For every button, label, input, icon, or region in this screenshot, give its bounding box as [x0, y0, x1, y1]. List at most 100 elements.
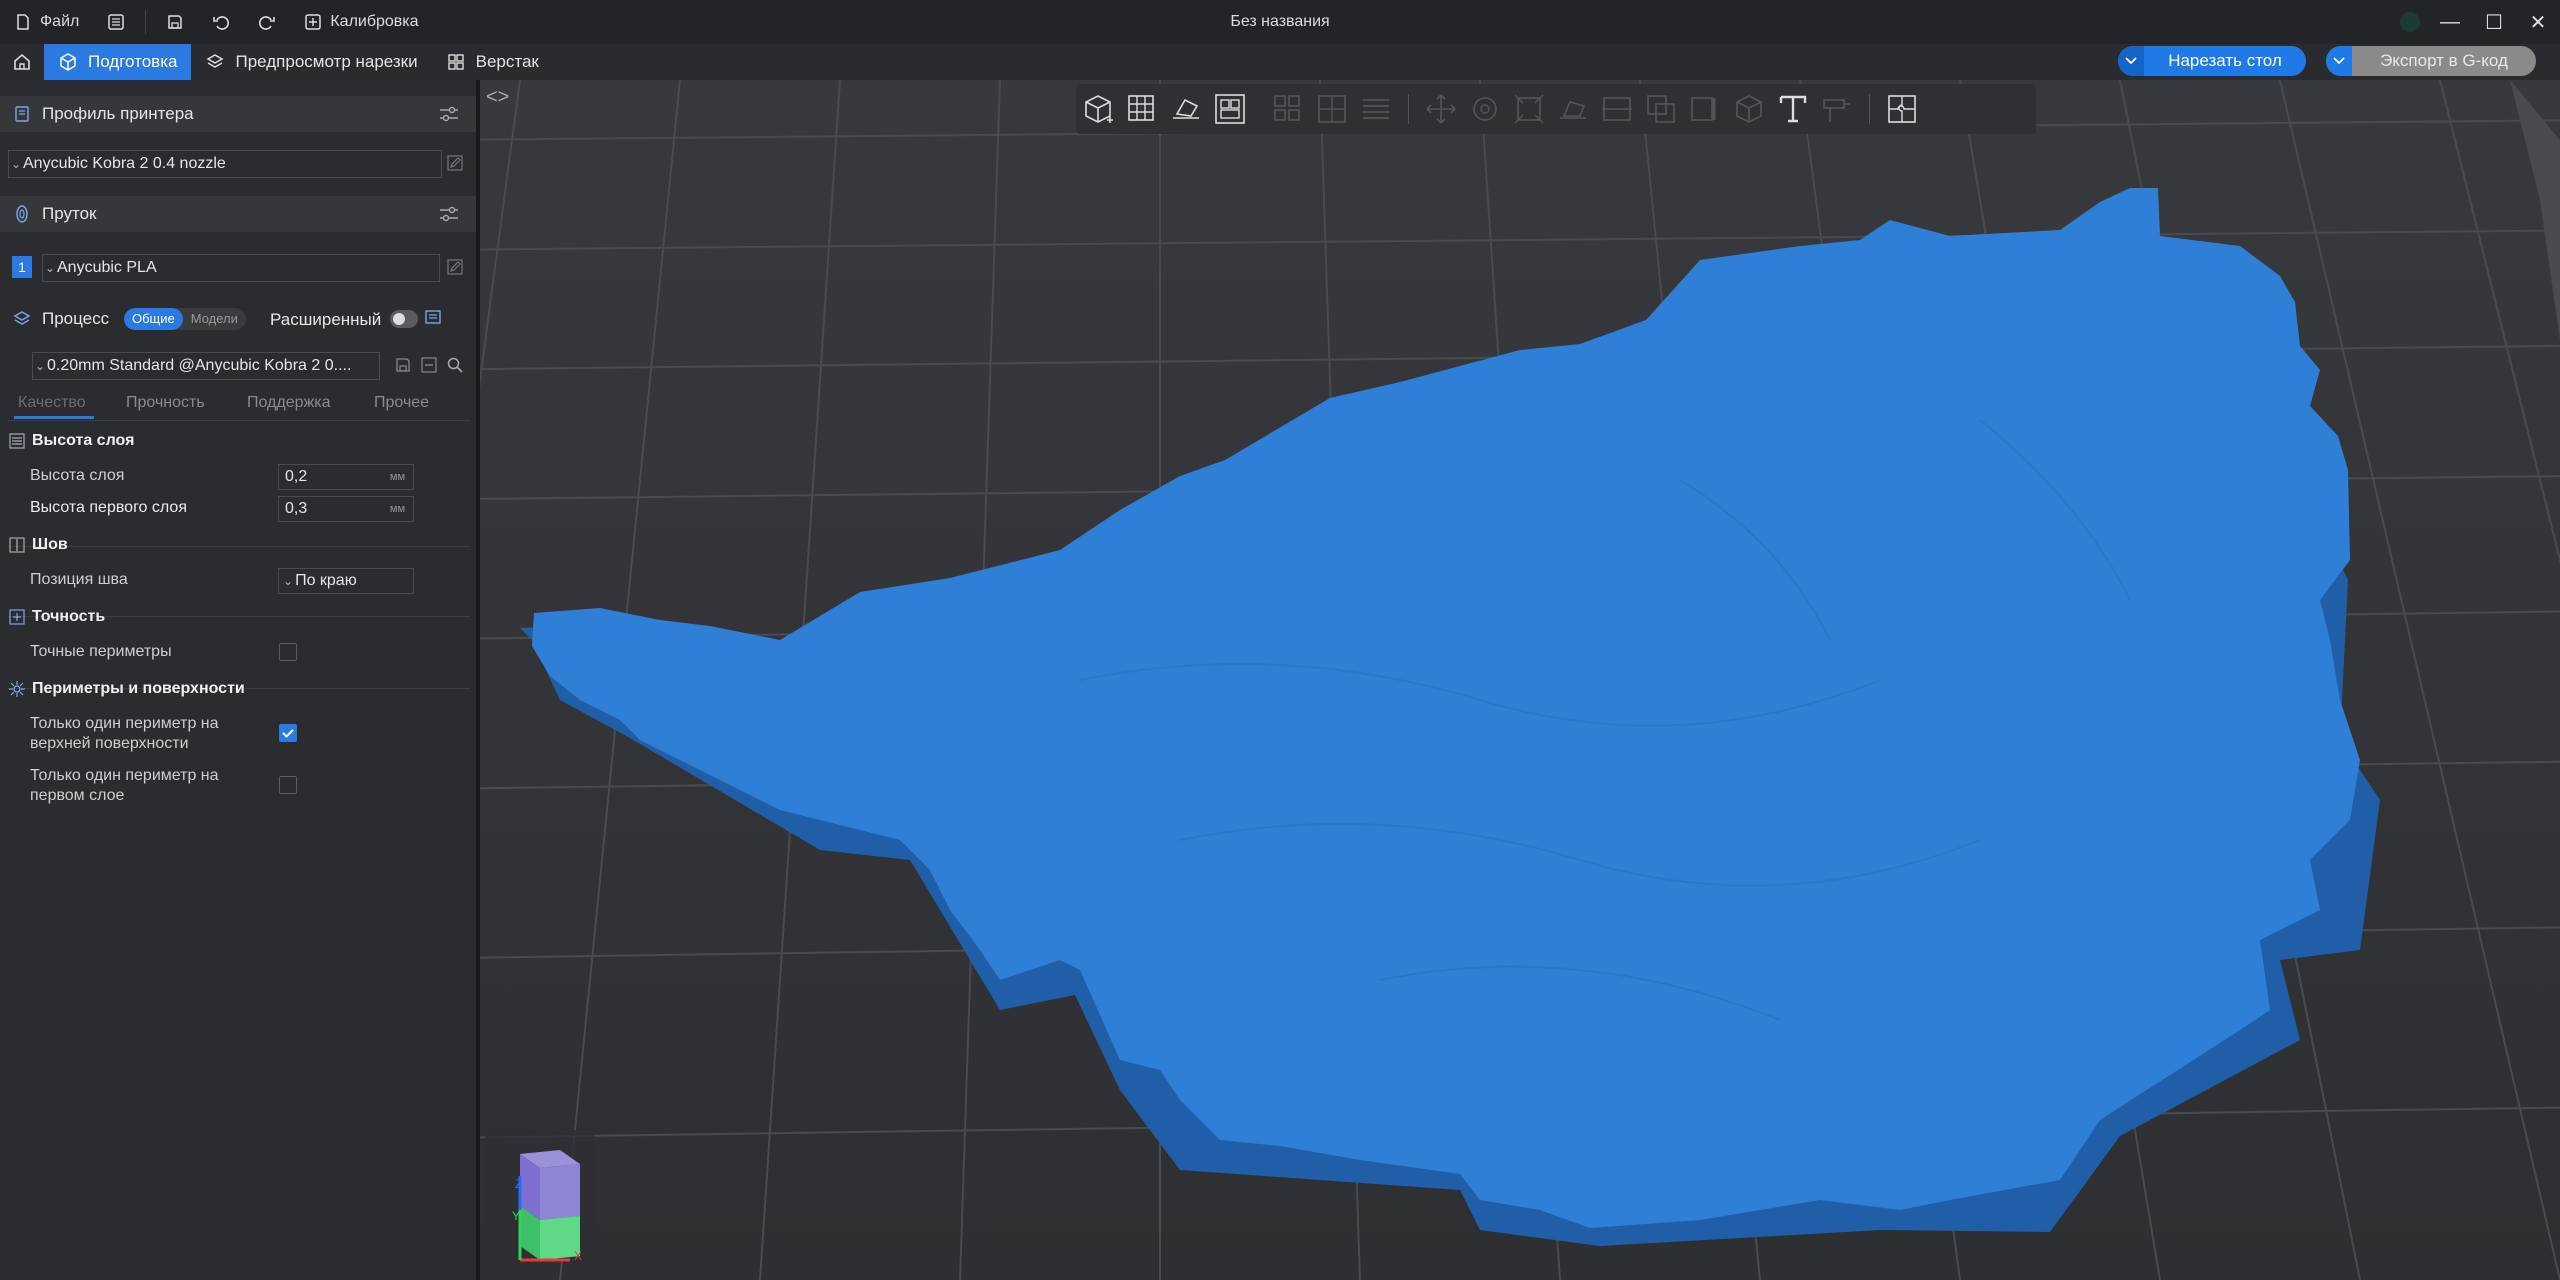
precision-group-label: Точность [32, 608, 106, 625]
support-paint-icon [1691, 97, 1716, 121]
calibration-menu[interactable]: Калибровка [290, 0, 432, 44]
measure-tool[interactable] [1815, 87, 1859, 131]
advanced-label: Расширенный [270, 310, 382, 329]
close-icon[interactable]: ✕ [2516, 0, 2560, 44]
seam-position-value: По краю [295, 572, 357, 589]
save-preset-icon[interactable] [394, 356, 412, 374]
seam-paint-tool[interactable] [1727, 87, 1771, 131]
cube-icon [60, 53, 76, 71]
reset-icon[interactable] [420, 356, 438, 374]
active-subtab-indicator [14, 416, 94, 419]
avatar[interactable] [2400, 12, 2420, 32]
printer-select-value: Anycubic Kobra 2 0.4 nozzle [23, 155, 226, 172]
chevron-down-icon: ⌄ [10, 157, 22, 171]
window-controls: — ☐ ✕ [2428, 0, 2560, 44]
process-mode-objects[interactable]: Модели [183, 308, 246, 330]
collapse-sidebar-button[interactable]: <> [486, 86, 509, 109]
process-mode-switch[interactable]: Общие Модели [124, 308, 246, 330]
undo-button[interactable] [198, 0, 244, 44]
layers-icon [13, 311, 31, 325]
layer-height-value: 0,2 [285, 468, 308, 485]
lay-on-face-tool[interactable] [1551, 87, 1595, 131]
first-layer-height-input[interactable]: 0,3 мм [278, 496, 414, 522]
file-menu[interactable]: Файл [0, 0, 93, 44]
arrange-tool[interactable] [1208, 87, 1252, 131]
slice-plate-button[interactable]: Нарезать стол [2118, 46, 2306, 76]
precise-wall-label: Точные периметры [30, 643, 172, 660]
filament-slot-badge[interactable]: 1 [12, 256, 32, 278]
edit-icon[interactable] [446, 154, 464, 172]
scale-tool[interactable] [1507, 87, 1551, 131]
chevron-down-icon[interactable] [2118, 46, 2144, 76]
filament-select[interactable]: ⌄ Anycubic PLA [42, 254, 440, 282]
tab-workbench[interactable]: Верстак [432, 44, 553, 80]
compare-icon[interactable] [424, 308, 446, 330]
add-plate-tool[interactable] [1120, 87, 1164, 131]
tab-preview[interactable]: Предпросмотр нарезки [191, 44, 431, 80]
split-objects-tool[interactable] [1266, 87, 1310, 131]
title-bar: Файл Калибровка Без названия — ☐ ✕ [0, 0, 2560, 44]
search-icon[interactable] [446, 356, 464, 374]
orient-tool[interactable] [1164, 87, 1208, 131]
printer-icon [15, 106, 29, 122]
tab-strength[interactable]: Прочность [126, 394, 205, 412]
seam-group-label: Шов [32, 536, 68, 553]
split-parts-tool[interactable] [1310, 87, 1354, 131]
calibration-label: Калибровка [330, 13, 419, 30]
boolean-tool[interactable] [1639, 87, 1683, 131]
rotate-tool[interactable] [1463, 87, 1507, 131]
layer-height-input[interactable]: 0,2 мм [278, 464, 414, 490]
calibration-icon [305, 14, 322, 30]
divider [8, 546, 470, 547]
process-preset-select[interactable]: ⌄ 0.20mm Standard @Anycubic Kobra 2 0...… [32, 352, 380, 380]
one-wall-top-label-line2: верхней поверхности [30, 735, 189, 752]
settings-sliders-icon[interactable] [438, 205, 460, 223]
lay-on-face-icon [1560, 101, 1586, 119]
tab-prepare[interactable]: Подготовка [44, 44, 192, 80]
save-button[interactable] [152, 0, 198, 44]
chevron-down-icon[interactable] [2326, 46, 2352, 76]
printer-section-title: Профиль принтера [42, 104, 194, 123]
minimize-icon[interactable]: — [2428, 0, 2472, 44]
menu-button[interactable] [93, 0, 139, 44]
one-wall-top-checkbox[interactable] [279, 724, 297, 742]
filament-spool-icon [16, 205, 28, 223]
maximize-icon[interactable]: ☐ [2472, 0, 2516, 44]
assembly-tool[interactable] [1880, 87, 1924, 131]
edit-icon[interactable] [446, 258, 464, 276]
layer-height-group-title: Высота слоя [8, 432, 134, 450]
advanced-toggle[interactable] [390, 310, 418, 328]
printer-select[interactable]: ⌄ Anycubic Kobra 2 0.4 nozzle [8, 150, 442, 178]
unit-label: мм [389, 503, 405, 515]
check-icon [282, 729, 294, 738]
home-button[interactable] [0, 44, 44, 80]
process-mode-global[interactable]: Общие [124, 308, 183, 330]
3d-viewport[interactable]: Z X Y [480, 80, 2560, 1280]
settings-sliders-icon[interactable] [438, 105, 460, 123]
support-paint-tool[interactable] [1683, 87, 1727, 131]
add-object-tool[interactable] [1076, 87, 1120, 131]
save-icon [168, 15, 183, 29]
seam-position-select[interactable]: ⌄ По краю [278, 568, 414, 594]
viewport-toolbar [1076, 84, 2036, 134]
layers-editing-icon [1363, 99, 1389, 119]
one-wall-first-checkbox[interactable] [279, 776, 297, 794]
chevron-down-icon: ⌄ [44, 261, 56, 275]
layers-editing-tool[interactable] [1354, 87, 1398, 131]
redo-button[interactable] [244, 0, 290, 44]
undo-icon [213, 16, 230, 30]
slice-plate-label: Нарезать стол [2168, 51, 2282, 70]
tab-support[interactable]: Поддержка [247, 394, 330, 412]
split-parts-icon [1318, 95, 1346, 123]
tab-quality[interactable]: Качество [18, 394, 86, 412]
cut-tool[interactable] [1595, 87, 1639, 131]
boolean-icon [1647, 95, 1675, 123]
file-icon [17, 14, 29, 30]
export-gcode-button[interactable]: Экспорт в G-код [2326, 46, 2536, 76]
move-tool[interactable] [1419, 87, 1463, 131]
menu-icon [108, 14, 125, 30]
axis-x-label: X [574, 1249, 582, 1263]
text-tool[interactable] [1771, 87, 1815, 131]
tab-others[interactable]: Прочее [374, 394, 429, 412]
precise-wall-checkbox[interactable] [279, 643, 297, 661]
